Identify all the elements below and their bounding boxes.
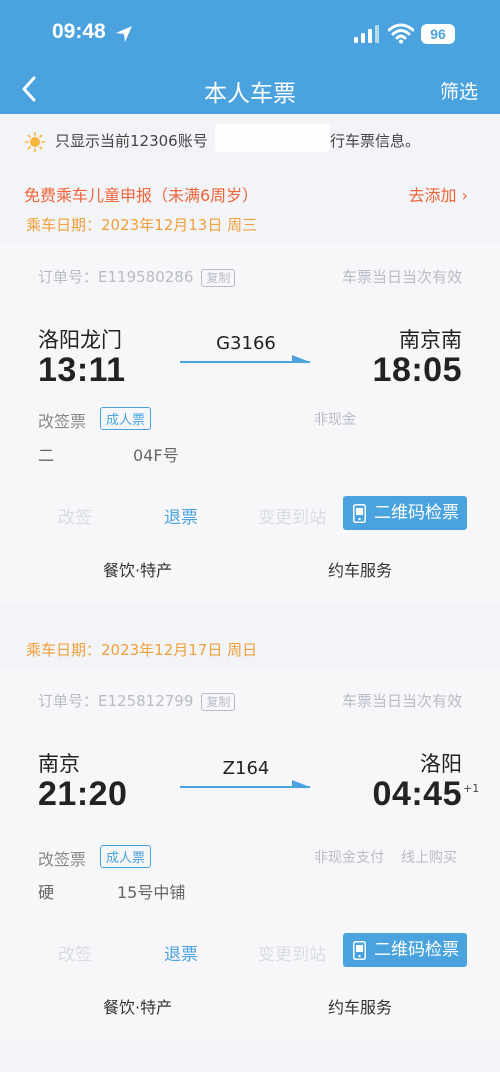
payment-method: 非现金支付 (314, 850, 384, 866)
order-number: 订单号：E125812799 复制 (38, 690, 236, 711)
change-ticket-label: 改签票 (38, 412, 87, 431)
food-service-link[interactable]: 餐饮·特产 (103, 994, 172, 1018)
refund-button[interactable]: 退票 (164, 940, 198, 965)
wifi-icon (388, 23, 414, 44)
validity-text: 车票当日当次有效 (341, 268, 462, 286)
car-service-link[interactable]: 约车服务 (328, 994, 392, 1018)
battery-indicator: 96 (421, 24, 455, 44)
from-station: 南京 (38, 752, 80, 776)
notice-text: 只显示当前12306账号 (55, 132, 208, 150)
phone-qr-icon (353, 504, 366, 523)
validity-text: 车票当日当次有效 (341, 692, 462, 710)
qr-checkin-label: 二维码检票 (374, 503, 459, 523)
status-time: 09:48 (52, 20, 106, 43)
car-service-link[interactable]: 约车服务 (328, 557, 392, 581)
change-ticket-label: 改签票 (38, 850, 87, 869)
purchase-channel: 线上购买 (401, 850, 457, 866)
order-number: 订单号：E119580286 复制 (38, 266, 236, 287)
change-button[interactable]: 改签 (58, 940, 92, 965)
signal-icon (354, 25, 379, 43)
seat-class: 硬 (38, 883, 55, 902)
train-arrow-icon (180, 355, 310, 363)
change-destination-button[interactable]: 变更到站 (258, 503, 326, 528)
depart-time: 13:11 (38, 351, 126, 389)
sun-icon (25, 132, 45, 152)
depart-time: 21:20 (38, 775, 128, 813)
copy-button[interactable]: 复制 (201, 693, 236, 711)
qr-checkin-label: 二维码检票 (374, 940, 459, 960)
redaction-patch (215, 124, 330, 152)
to-station: 南京南 (399, 328, 462, 352)
change-destination-button[interactable]: 变更到站 (258, 940, 326, 965)
phone-qr-icon (353, 941, 366, 960)
ticket-date: 乘车日期：2023年12月17日 周日 (26, 641, 258, 659)
adult-ticket-badge: 成人票 (100, 845, 152, 868)
notice-text-tail: 行车票信息。 (330, 132, 421, 150)
seat-number: 04F号 (133, 446, 179, 465)
food-service-link[interactable]: 餐饮·特产 (103, 557, 172, 581)
next-day-marker: +1 (463, 782, 480, 795)
seat-number: 15号中铺 (117, 883, 186, 902)
app-header: 09:48 96 本人车票 筛选 (0, 0, 500, 114)
filter-button[interactable]: 筛选 (440, 77, 478, 104)
location-arrow-icon (116, 26, 132, 42)
page-title: 本人车票 (204, 81, 296, 107)
to-station: 洛阳 (420, 752, 462, 776)
ticket-date: 乘车日期：2023年12月13日 周三 (26, 216, 258, 234)
qr-checkin-button[interactable]: 二维码检票 (343, 496, 467, 530)
refund-button[interactable]: 退票 (164, 503, 198, 528)
order-number-text: 订单号：E119580286 (38, 268, 194, 286)
copy-button[interactable]: 复制 (201, 269, 236, 287)
status-bar: 09:48 96 (0, 0, 500, 64)
seat-class: 二 (38, 446, 55, 465)
order-number-text: 订单号：E125812799 (38, 692, 194, 710)
arrive-time: 04:45 (372, 775, 462, 813)
train-number: G3166 (216, 333, 276, 354)
train-arrow-icon (180, 780, 310, 788)
arrive-time: 18:05 (372, 351, 462, 389)
add-child-link[interactable]: 去添加 › (409, 182, 469, 206)
from-station: 洛阳龙门 (38, 328, 122, 352)
adult-ticket-badge: 成人票 (100, 407, 152, 430)
payment-method: 非现金 (314, 412, 356, 428)
child-report-label: 免费乘车儿童申报（未满6周岁） (24, 186, 259, 205)
qr-checkin-button[interactable]: 二维码检票 (343, 933, 467, 967)
change-button[interactable]: 改签 (58, 503, 92, 528)
train-number: Z164 (222, 758, 270, 779)
